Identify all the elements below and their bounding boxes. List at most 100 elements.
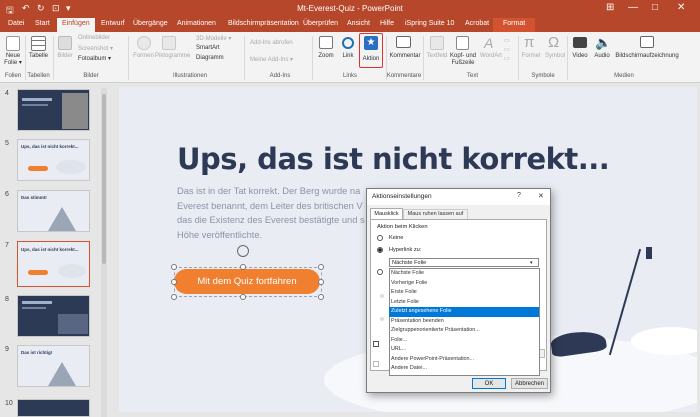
tab-animationen[interactable]: Animationen xyxy=(177,20,216,27)
option-other-presentation[interactable]: Andere PowerPoint-Präsentation... xyxy=(389,355,539,365)
new-slide-icon xyxy=(6,36,20,51)
hyperlink-combo[interactable]: Nächste Folie ▾ xyxy=(389,258,539,267)
slide-title[interactable]: Ups, das ist nicht korrekt... xyxy=(177,142,610,176)
formula-button[interactable]: Formel xyxy=(520,53,542,59)
option-last-slide[interactable]: Letzte Folie xyxy=(389,298,539,308)
tab-datei[interactable]: Datei xyxy=(8,20,24,27)
cancel-button[interactable]: Abbrechen xyxy=(511,378,548,389)
minimize-button[interactable]: — xyxy=(628,2,638,13)
slide-thumbnail-6[interactable]: Das stimmt! xyxy=(17,190,90,232)
thumb-number: 10 xyxy=(5,400,13,407)
radio-none-label: Keine xyxy=(389,235,404,241)
pictograms-button[interactable]: Piktogramme xyxy=(155,53,190,59)
tab-bildschirmpraesentation[interactable]: Bildschirmpräsentation xyxy=(228,20,299,27)
thumbnail-scrollbar[interactable] xyxy=(101,88,107,417)
option-other-file[interactable]: Andere Datei... xyxy=(389,364,539,374)
diagram-button[interactable]: Diagramm xyxy=(196,55,224,61)
option-slide[interactable]: Folie... xyxy=(389,336,539,346)
resize-handle[interactable] xyxy=(171,264,177,270)
resize-handle[interactable] xyxy=(240,294,246,300)
wordart-button[interactable]: WordArt xyxy=(478,53,504,59)
slide-thumbnail-7-selected[interactable]: Ups, das ist nicht korrekt... xyxy=(17,241,90,287)
group-addins: Add-Ins xyxy=(269,73,291,79)
smartart-button[interactable]: SmartArt xyxy=(196,45,220,51)
option-first-slide[interactable]: Erste Folie xyxy=(389,288,539,298)
tab-mouse-over[interactable]: Maus ruhen lassen auf xyxy=(403,209,468,219)
radio-disabled xyxy=(380,317,384,321)
models-3d-button[interactable]: 3D-Modelle ▾ xyxy=(196,35,231,42)
screen-recording-button[interactable]: Bildschirmaufzeichnung xyxy=(612,53,682,59)
continue-quiz-button[interactable]: Mit dem Quiz fortfahren xyxy=(174,269,320,294)
radio-run-program[interactable] xyxy=(377,269,383,275)
video-button[interactable]: Video xyxy=(570,53,590,59)
header-footer-button[interactable]: Kopf- und Fußzeile xyxy=(448,53,478,67)
checkbox-highlight[interactable] xyxy=(373,361,379,367)
shapes-button[interactable]: Formen xyxy=(131,53,156,59)
option-url[interactable]: URL... xyxy=(389,345,539,355)
resize-handle[interactable] xyxy=(171,294,177,300)
images-button[interactable]: Bilder xyxy=(56,53,74,59)
option-last-viewed-slide-selected[interactable]: Zuletzt angesehene Folie xyxy=(389,307,539,317)
online-images-button[interactable]: Onlinebilder xyxy=(78,35,110,41)
tab-uebergaenge[interactable]: Übergänge xyxy=(133,20,168,27)
tab-start[interactable]: Start xyxy=(35,20,50,27)
photo-album-button[interactable]: Fotoalbum ▾ xyxy=(78,55,111,62)
ribbon-display-icon[interactable]: ⊞ xyxy=(606,2,614,13)
slide-thumbnail-8[interactable] xyxy=(17,295,90,337)
textfield-button[interactable]: Textfeld xyxy=(425,53,449,59)
dialog-close-button[interactable]: ✕ xyxy=(538,192,544,200)
symbol-button[interactable]: Symbol xyxy=(543,53,567,59)
slide-thumbnail-4[interactable] xyxy=(17,89,90,131)
screenshot-button[interactable]: Screenshot ▾ xyxy=(78,45,113,52)
slide-thumbnail-5[interactable]: Ups, das ist nicht korrekt... xyxy=(17,139,90,181)
maximize-button[interactable]: □ xyxy=(652,2,658,13)
link-button[interactable]: Link xyxy=(338,53,358,59)
close-button[interactable]: ✕ xyxy=(677,2,685,13)
zoom-button[interactable]: Zoom xyxy=(315,53,337,59)
resize-handle[interactable] xyxy=(318,279,324,285)
ok-button[interactable]: OK xyxy=(472,378,506,389)
textfield-icon xyxy=(430,36,444,50)
radio-hyperlink-label: Hyperlink zu: xyxy=(389,247,422,253)
tab-acrobat[interactable]: Acrobat xyxy=(465,20,489,27)
my-addins-button[interactable]: Meine Add-Ins ▾ xyxy=(250,56,293,63)
checkbox-sound[interactable] xyxy=(373,341,379,347)
table-button[interactable]: Tabelle xyxy=(27,53,50,59)
scroll-thumb[interactable] xyxy=(102,94,106,264)
group-tables: Tabellen xyxy=(27,73,50,79)
tab-format[interactable]: Format xyxy=(493,18,536,32)
get-addins-button[interactable]: Add-Ins abrufen xyxy=(250,40,293,46)
resize-handle[interactable] xyxy=(318,264,324,270)
tab-einfuegen[interactable]: Einfügen xyxy=(57,18,95,32)
slide-body[interactable]: Das ist in der Tat korrekt. Der Berg wur… xyxy=(177,184,365,242)
help-button[interactable]: ? xyxy=(517,192,521,199)
slide-thumbnail-9[interactable]: Das ist richtig! xyxy=(17,345,90,387)
resize-handle[interactable] xyxy=(171,279,177,285)
resize-handle[interactable] xyxy=(318,294,324,300)
option-previous-slide[interactable]: Vorherige Folie xyxy=(389,279,539,289)
action-button[interactable]: Aktion xyxy=(359,56,383,62)
tab-hilfe[interactable]: Hilfe xyxy=(380,20,394,27)
rotate-handle-icon[interactable] xyxy=(237,245,249,257)
audio-button[interactable]: Audio xyxy=(592,53,612,59)
pictograms-icon xyxy=(162,36,176,50)
new-slide-button[interactable]: Neue Folie ▾ xyxy=(2,53,24,67)
option-end-show[interactable]: Präsentation beenden xyxy=(389,317,539,327)
action-icon: ★ xyxy=(364,36,378,50)
tab-entwurf[interactable]: Entwurf xyxy=(101,20,125,27)
tab-ispring[interactable]: iSpring Suite 10 xyxy=(405,20,454,27)
tab-ueberpruefen[interactable]: Überprüfen xyxy=(303,20,338,27)
option-next-slide[interactable]: Nächste Folie xyxy=(389,269,539,279)
thumb-number: 8 xyxy=(5,296,9,303)
radio-none[interactable] xyxy=(377,235,383,241)
tab-mouse-click[interactable]: Mausklick xyxy=(370,208,403,219)
slide-thumbnail-10[interactable] xyxy=(17,399,90,417)
wordart-icon: A xyxy=(484,35,494,51)
radio-hyperlink[interactable] xyxy=(377,247,383,253)
option-custom-show[interactable]: Zielgruppenorientierte Präsentation... xyxy=(389,326,539,336)
comment-button[interactable]: Kommentar xyxy=(388,53,422,59)
formula-icon: π xyxy=(524,34,535,51)
chevron-down-icon[interactable]: ▾ xyxy=(530,259,533,267)
resize-handle[interactable] xyxy=(240,264,246,270)
tab-ansicht[interactable]: Ansicht xyxy=(347,20,370,27)
